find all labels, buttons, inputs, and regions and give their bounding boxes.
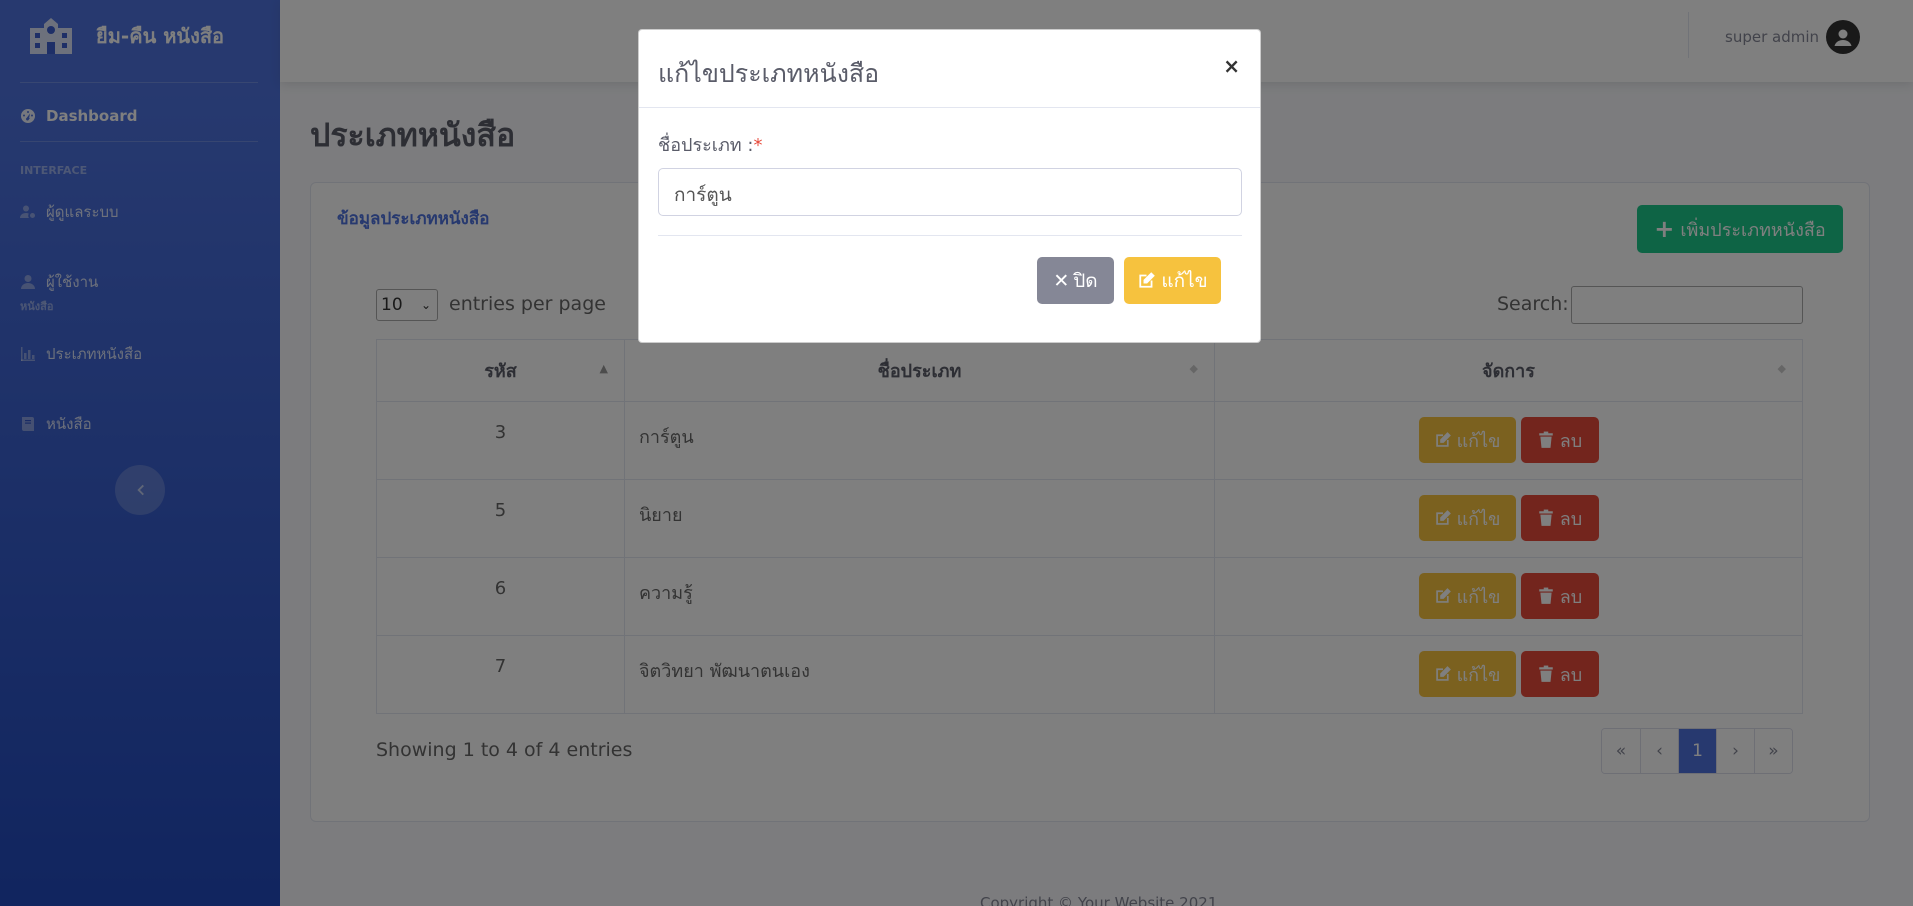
type-name-field[interactable]: การ์ตูน <box>658 168 1242 216</box>
modal-divider <box>639 107 1260 108</box>
modal-title: แก้ไขประเภทหนังสือ <box>658 59 880 88</box>
type-name-label-text: ชื่อประเภท : <box>658 135 754 156</box>
required-mark: * <box>753 135 763 156</box>
save-button-label: แก้ไข <box>1161 269 1208 292</box>
edit-book-type-modal: แก้ไขประเภทหนังสือ × ชื่อประเภท :* การ์ต… <box>638 29 1261 343</box>
type-name-label: ชื่อประเภท :* <box>658 130 762 159</box>
close-button-label: ปิด <box>1073 269 1098 292</box>
save-button[interactable]: แก้ไข <box>1124 257 1221 304</box>
close-icon: ✕ <box>1053 269 1070 292</box>
close-button[interactable]: ✕ ปิด <box>1037 257 1114 304</box>
modal-divider <box>658 235 1242 236</box>
close-icon[interactable]: × <box>1223 54 1240 78</box>
edit-icon <box>1139 272 1156 288</box>
